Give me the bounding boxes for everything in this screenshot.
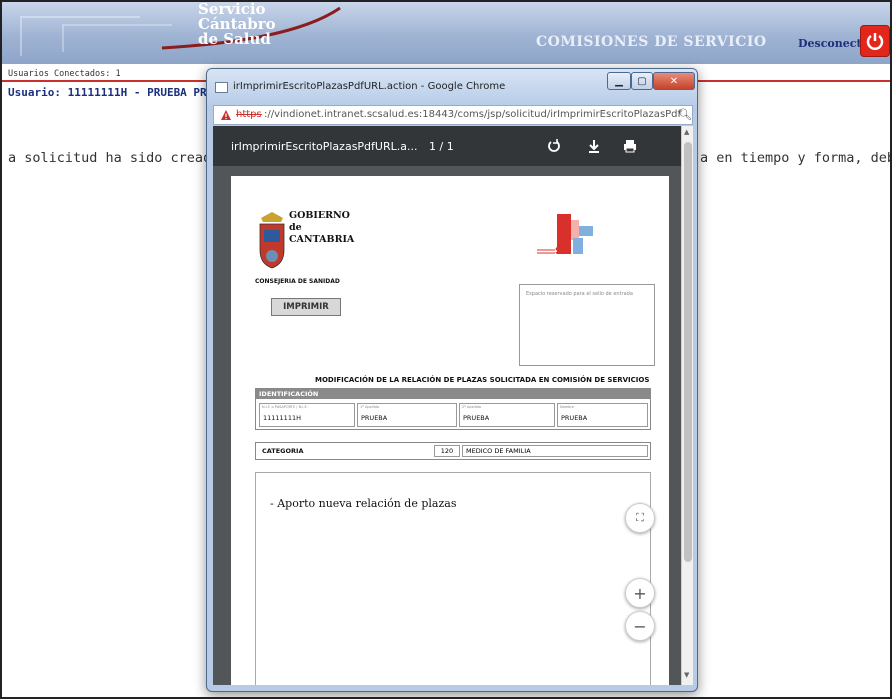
app-title: COMISIONES DE SERVICIO — [536, 34, 767, 50]
address-bar[interactable]: https ://vindionet.intranet.scsalud.es:1… — [213, 105, 693, 125]
popup-titlebar[interactable]: irImprimirEscritoPlazasPdfURL.action - G… — [207, 69, 697, 105]
identification-header: IDENTIFICACIÓN — [256, 389, 650, 399]
document-heading: MODIFICACIÓN DE LA RELACIÓN DE PLAZAS SO… — [315, 376, 650, 384]
current-user: Usuario: 11111111H - PRUEBA PRU — [8, 86, 214, 99]
zoom-magnifier-icon[interactable]: 🔍︎ — [678, 108, 692, 121]
fit-to-page-button[interactable]: ⛶ — [625, 503, 655, 533]
ident-value: PRUEBA — [361, 414, 388, 422]
body-text: - Aporto nueva relación de plazas — [270, 497, 457, 510]
app-header: Servicio Cántabro de Salud COMISIONES DE… — [2, 2, 890, 64]
scroll-down-arrow-icon[interactable]: ▼ — [684, 671, 689, 679]
download-icon[interactable] — [585, 137, 603, 155]
maximize-button[interactable]: ▢ — [631, 72, 653, 90]
print-popup-window: irImprimirEscritoPlazasPdfURL.action - G… — [206, 68, 698, 692]
app-window: Servicio Cántabro de Salud COMISIONES DE… — [0, 0, 892, 699]
consejeria-label: CONSEJERIA DE SANIDAD — [255, 278, 340, 285]
scrollbar[interactable]: ▲ ▼ — [681, 126, 693, 685]
document-body: - Aporto nueva relación de plazas — [255, 472, 651, 685]
ident-value: PRUEBA — [463, 414, 490, 422]
rotate-icon[interactable] — [545, 137, 563, 155]
pdf-viewer: irImprimirEscritoPlazasPdfURL.a... 1 / 1… — [213, 126, 693, 685]
categoria-name: MEDICO DE FAMILIA — [462, 445, 648, 457]
minus-icon: − — [633, 616, 647, 636]
ident-field-nif: N.I.F. o PASAPORTE / N.I.E. 11111111H — [259, 403, 355, 427]
gob-line3: CANTABRIA — [289, 234, 355, 245]
pdf-toolbar: irImprimirEscritoPlazasPdfURL.a... 1 / 1 — [213, 126, 681, 166]
scs-logo-icon: SC — [537, 214, 593, 257]
identification-section: IDENTIFICACIÓN N.I.F. o PASAPORTE / N.I.… — [255, 388, 651, 430]
close-icon: ✕ — [669, 75, 679, 87]
ident-field-apellido2: 2º Apellido PRUEBA — [459, 403, 555, 427]
maximize-icon: ▢ — [637, 75, 647, 87]
svg-text:SC: SC — [555, 246, 569, 257]
ident-label: Nombre — [560, 405, 574, 409]
pdf-page-indicator: 1 / 1 — [429, 140, 454, 153]
power-icon — [866, 33, 884, 50]
confirmation-message-right: a en tiempo y forma, debe pre — [700, 150, 890, 166]
print-icon[interactable] — [621, 137, 639, 155]
categoria-section: CATEGORIA 120 MEDICO DE FAMILIA — [255, 442, 651, 460]
popup-title: irImprimirEscritoPlazasPdfURL.action - G… — [233, 81, 506, 92]
url-scheme: https — [236, 109, 262, 120]
pdf-page: GOBIERNO de CANTABRIA CONSEJERIA DE SANI… — [231, 176, 669, 685]
ident-label: 1º Apellido — [360, 405, 380, 409]
entry-stamp-box: Espacio reservado para el sello de entra… — [519, 284, 655, 366]
ident-value: 11111111H — [263, 414, 301, 422]
fit-page-icon: ⛶ — [636, 511, 644, 524]
gobierno-cantabria-logo-text: GOBIERNO de CANTABRIA — [289, 210, 354, 246]
plus-icon: + — [633, 583, 647, 603]
categoria-label: CATEGORIA — [262, 447, 304, 455]
brand-logo-text: Servicio Cántabro de Salud — [198, 2, 276, 47]
scroll-up-arrow-icon[interactable]: ▲ — [684, 128, 689, 136]
categoria-code: 120 — [434, 445, 460, 457]
ident-label: 2º Apellido — [462, 405, 482, 409]
pdf-file-name: irImprimirEscritoPlazasPdfURL.a... — [231, 140, 418, 153]
warning-icon — [221, 110, 231, 120]
zoom-in-button[interactable]: + — [625, 578, 655, 608]
scrollbar-thumb[interactable] — [684, 142, 692, 562]
zoom-out-button[interactable]: − — [625, 611, 655, 641]
ident-label: N.I.F. o PASAPORTE / N.I.E. — [262, 405, 308, 409]
connected-users: Usuarios Conectados: 1 — [8, 69, 121, 79]
brand-line3: de Salud — [198, 30, 271, 48]
ident-field-nombre: Nombre PRUEBA — [557, 403, 648, 427]
minimize-icon: ▁ — [615, 75, 623, 87]
logout-button[interactable] — [860, 25, 890, 57]
ident-value: PRUEBA — [561, 414, 588, 422]
close-button[interactable]: ✕ — [653, 72, 695, 90]
gob-line2: de — [289, 222, 302, 233]
imprimir-button[interactable]: IMPRIMIR — [271, 298, 341, 316]
page-favicon-icon — [215, 82, 228, 93]
ident-field-apellido1: 1º Apellido PRUEBA — [357, 403, 457, 427]
minimize-button[interactable]: ▁ — [607, 72, 631, 90]
gob-line1: GOBIERNO — [289, 210, 350, 221]
cantabria-shield-icon — [259, 212, 285, 269]
url-path: ://vindionet.intranet.scsalud.es:18443/c… — [264, 109, 682, 120]
stamp-placeholder-text: Espacio reservado para el sello de entra… — [526, 291, 633, 297]
